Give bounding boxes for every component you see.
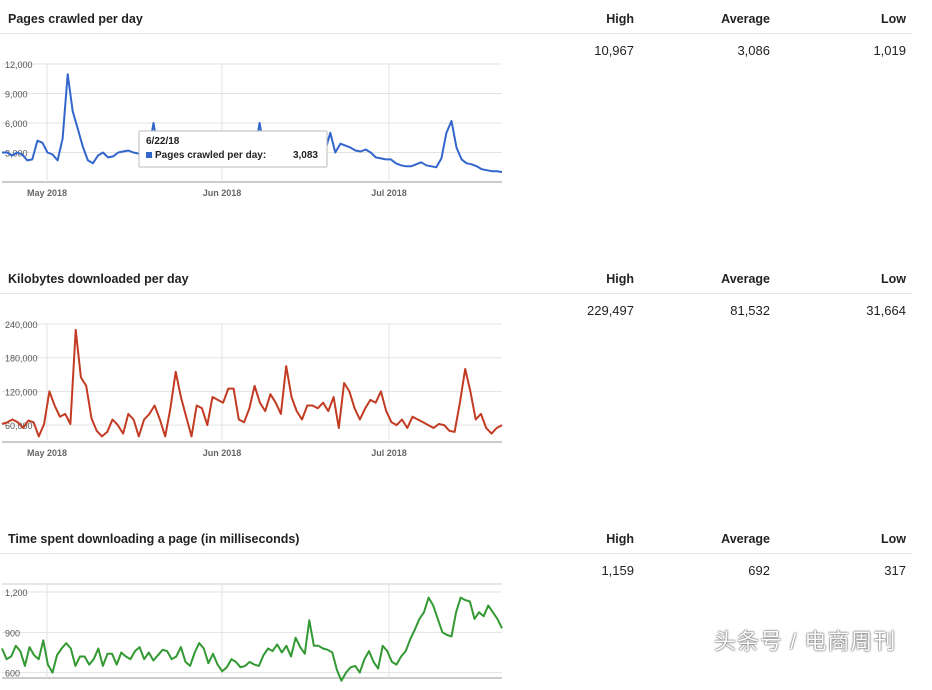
- y-tick-label: 600: [5, 669, 20, 679]
- y-tick-label: 900: [5, 628, 20, 638]
- tooltip-series-swatch: [146, 152, 152, 158]
- y-tick-label: 9,000: [5, 90, 28, 100]
- high-column-header: High: [606, 272, 634, 286]
- low-column-header: Low: [881, 12, 906, 26]
- y-tick-label: 12,000: [5, 60, 33, 70]
- tooltip-value: 3,083: [293, 150, 318, 161]
- low-column-header: Low: [881, 272, 906, 286]
- x-tick-label: May 2018: [27, 448, 67, 458]
- low-value: 1,019: [873, 43, 906, 58]
- low-value: 317: [884, 563, 906, 578]
- average-column-header: Average: [721, 532, 770, 546]
- high-column-header: High: [606, 12, 634, 26]
- y-tick-label: 6,000: [5, 119, 28, 129]
- pages-crawled-header: Pages crawled per day High Average Low: [0, 0, 912, 34]
- x-tick-label: Jul 2018: [371, 188, 407, 198]
- x-tick-label: May 2018: [27, 188, 67, 198]
- kilobytes-downloaded-header: Kilobytes downloaded per day High Averag…: [0, 260, 912, 294]
- time-spent-chart[interactable]: 600 900 1,200: [0, 550, 510, 690]
- x-tick-label: Jun 2018: [203, 448, 242, 458]
- average-value: 3,086: [737, 43, 770, 58]
- low-value: 31,664: [866, 303, 906, 318]
- kilobytes-downloaded-title: Kilobytes downloaded per day: [8, 272, 189, 286]
- x-tick-label: Jun 2018: [203, 188, 242, 198]
- average-column-header: Average: [721, 272, 770, 286]
- average-value: 692: [748, 563, 770, 578]
- time-spent-header: Time spent downloading a page (in millis…: [0, 520, 912, 554]
- high-value: 1,159: [601, 563, 634, 578]
- y-tick-label: 180,000: [5, 354, 38, 364]
- tooltip-label: Pages crawled per day:: [155, 150, 266, 161]
- y-tick-label: 240,000: [5, 320, 38, 330]
- tooltip-date: 6/22/18: [146, 136, 180, 147]
- x-tick-label: Jul 2018: [371, 448, 407, 458]
- high-column-header: High: [606, 532, 634, 546]
- pages-crawled-chart[interactable]: 3,0006,0009,00012,000May 2018 Jun 2018 Jul…: [0, 30, 510, 205]
- series-line: [1, 596, 503, 682]
- high-value: 229,497: [587, 303, 634, 318]
- y-tick-label: 120,000: [5, 387, 38, 397]
- watermark: 头条号 / 电商周刊: [714, 629, 897, 654]
- series-line: [1, 328, 503, 438]
- time-spent-title: Time spent downloading a page (in millis…: [8, 532, 300, 546]
- average-value: 81,532: [730, 303, 770, 318]
- y-tick-label: 1,200: [5, 588, 28, 598]
- low-column-header: Low: [881, 532, 906, 546]
- high-value: 10,967: [594, 43, 634, 58]
- average-column-header: Average: [721, 12, 770, 26]
- pages-crawled-title: Pages crawled per day: [8, 12, 143, 26]
- kilobytes-downloaded-chart[interactable]: 60,000120,000180,000240,000May 2018 Jun 2…: [0, 290, 510, 465]
- chart-tooltip: 6/22/18 Pages crawled per day: 3,083: [138, 130, 328, 168]
